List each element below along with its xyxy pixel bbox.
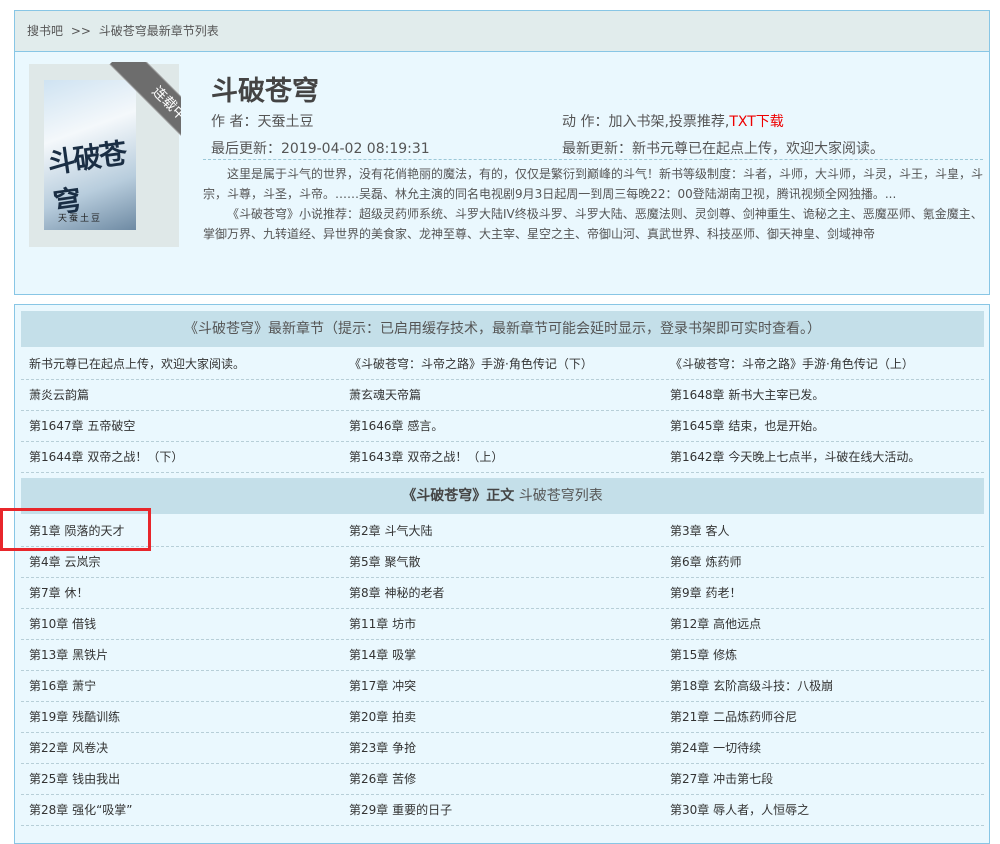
chapter-link[interactable]: 第23章 争抢 — [349, 733, 416, 763]
chapter-link[interactable]: 第25章 钱由我出 — [29, 764, 120, 794]
chapter-link[interactable]: 第20章 拍卖 — [349, 702, 416, 732]
last-update-line: 最后更新：2019-04-02 08:19:31 — [211, 138, 430, 158]
chapter-link[interactable]: 第11章 坊市 — [349, 609, 416, 639]
book-cover[interactable]: 斗破苍穹 天蚕土豆 连载中 — [29, 62, 181, 247]
chapter-link[interactable]: 新书元尊已在起点上传，欢迎大家阅读。 — [29, 349, 245, 379]
chapter-row: 第4章 云岚宗 第5章 聚气散 第6章 炼药师 — [21, 547, 984, 578]
chapter-link[interactable]: 第2章 斗气大陆 — [349, 516, 432, 546]
chapter-link[interactable]: 第5章 聚气散 — [349, 547, 420, 577]
highlight-box — [0, 508, 151, 551]
chapter-link[interactable]: 第1645章 结束，也是开始。 — [670, 411, 824, 441]
chapter-link[interactable]: 第30章 辱人者，人恒辱之 — [670, 795, 809, 825]
chapter-link[interactable]: 第4章 云岚宗 — [29, 547, 100, 577]
recommend-paragraph: 《斗破苍穹》小说推荐：超级灵药师系统、斗罗大陆IV终极斗罗、斗罗大陆、恶魔法则、… — [203, 207, 983, 241]
chapter-link[interactable]: 第26章 苦修 — [349, 764, 416, 794]
chapter-row: 第28章 强化“吸掌” 第29章 重要的日子 第30章 辱人者，人恒辱之 — [21, 795, 984, 826]
chapter-link[interactable]: 萧玄魂天帝篇 — [349, 380, 421, 410]
chapter-link[interactable]: 第12章 高他远点 — [670, 609, 761, 639]
chapter-link[interactable]: 第22章 风卷决 — [29, 733, 108, 763]
chapter-link[interactable]: 第15章 修炼 — [670, 640, 737, 670]
chapter-link[interactable]: 第14章 吸掌 — [349, 640, 416, 670]
vote-link[interactable]: 投票推荐 — [669, 114, 725, 130]
chapter-list-panel: 《斗破苍穹》最新章节（提示：已启用缓存技术，最新章节可能会延时显示，登录书架即可… — [14, 304, 990, 844]
add-to-shelf-link[interactable]: 加入书架 — [608, 114, 664, 130]
author-name: 天蚕土豆 — [257, 114, 314, 130]
action-label: 动 作： — [562, 114, 609, 130]
chapter-link[interactable]: 第16章 萧宁 — [29, 671, 96, 701]
chapter-link[interactable]: 第7章 休！ — [29, 578, 88, 608]
chapter-link[interactable]: 第1648章 新书大主宰已发。 — [670, 380, 824, 410]
chapter-row: 第22章 风卷决 第23章 争抢 第24章 一切待续 — [21, 733, 984, 764]
chapter-link[interactable]: 第8章 神秘的老者 — [349, 578, 444, 608]
chapter-link[interactable]: 第1642章 今天晚上七点半，斗破在线大活动。 — [670, 442, 920, 472]
chapter-link[interactable]: 第1646章 感言。 — [349, 411, 443, 441]
latest-chapters-heading: 《斗破苍穹》最新章节（提示：已启用缓存技术，最新章节可能会延时显示，登录书架即可… — [21, 311, 984, 347]
chapter-row: 第16章 萧宁 第17章 冲突 第18章 玄阶高级斗技：八极崩 — [21, 671, 984, 702]
book-info-panel: 搜书吧 >> 斗破苍穹最新章节列表 斗破苍穹 天蚕土豆 连载中 斗破苍穹 作 者… — [14, 10, 990, 295]
chapter-link[interactable]: 第13章 黑铁片 — [29, 640, 108, 670]
intro-paragraph: 这里是属于斗气的世界，没有花俏艳丽的魔法，有的，仅仅是繁衍到巅峰的斗气！新书等级… — [203, 167, 984, 201]
chapter-link[interactable]: 第27章 冲击第七段 — [670, 764, 773, 794]
book-intro: 这里是属于斗气的世界，没有花俏艳丽的魔法，有的，仅仅是繁衍到巅峰的斗气！新书等级… — [203, 159, 983, 244]
main-heading-title: 《斗破苍穹》正文 — [402, 488, 515, 504]
breadcrumb: 搜书吧 >> 斗破苍穹最新章节列表 — [15, 11, 989, 52]
latest-chapter-label: 最新更新： — [562, 141, 632, 157]
chapter-link[interactable]: 萧炎云韵篇 — [29, 380, 89, 410]
status-ribbon: 连载中 — [81, 62, 181, 162]
action-line: 动 作：加入书架,投票推荐,TXT下载 — [562, 114, 784, 130]
chapter-link[interactable]: 第24章 一切待续 — [670, 733, 761, 763]
breadcrumb-home-link[interactable]: 搜书吧 — [27, 24, 63, 38]
breadcrumb-current: 斗破苍穹最新章节列表 — [98, 24, 219, 38]
chapter-link[interactable]: 第6章 炼药师 — [670, 547, 741, 577]
book-title: 斗破苍穹 — [211, 76, 319, 107]
main-chapters-heading: 《斗破苍穹》正文 斗破苍穹列表 — [21, 478, 984, 514]
last-update-time: 2019-04-02 08:19:31 — [281, 141, 430, 157]
status-ribbon-label: 连载中 — [109, 62, 181, 162]
chapter-link[interactable]: 第9章 药老！ — [670, 578, 741, 608]
txt-download-link[interactable]: TXT下载 — [729, 114, 783, 130]
chapter-link[interactable]: 第1647章 五帝破空 — [29, 411, 135, 441]
chapter-link[interactable]: 第19章 残酷训练 — [29, 702, 120, 732]
cover-author: 天蚕土豆 — [58, 214, 103, 224]
breadcrumb-separator: >> — [70, 24, 91, 38]
chapter-row: 第7章 休！ 第8章 神秘的老者 第9章 药老！ — [21, 578, 984, 609]
chapter-row: 第19章 残酷训练 第20章 拍卖 第21章 二品炼药师谷尼 — [21, 702, 984, 733]
author-line: 作 者：天蚕土豆 — [211, 111, 313, 131]
chapter-row: 新书元尊已在起点上传，欢迎大家阅读。 《斗破苍穹：斗帝之路》手游·角色传记（下） 《… — [21, 349, 984, 380]
latest-chapter-line: 最新更新：新书元尊已在起点上传，欢迎大家阅读。 — [562, 138, 884, 158]
chapter-link[interactable]: 第1643章 双帝之战！（上） — [349, 442, 503, 472]
chapter-link[interactable]: 第3章 客人 — [670, 516, 729, 546]
chapter-link[interactable]: 第21章 二品炼药师谷尼 — [670, 702, 797, 732]
chapter-link[interactable]: 第29章 重要的日子 — [349, 795, 452, 825]
chapter-link[interactable]: 第10章 借钱 — [29, 609, 96, 639]
chapter-row: 第1647章 五帝破空 第1646章 感言。 第1645章 结束，也是开始。 — [21, 411, 984, 442]
chapter-row: 第10章 借钱 第11章 坊市 第12章 高他远点 — [21, 609, 984, 640]
chapter-row: 第25章 钱由我出 第26章 苦修 第27章 冲击第七段 — [21, 764, 984, 795]
chapter-row: 第1644章 双帝之战！（下） 第1643章 双帝之战！（上） 第1642章 今天晚… — [21, 442, 984, 473]
chapter-link[interactable]: 《斗破苍穹：斗帝之路》手游·角色传记（上） — [670, 349, 914, 379]
chapter-row: 第1章 陨落的天才 第2章 斗气大陆 第3章 客人 — [21, 516, 984, 547]
chapter-link[interactable]: 第18章 玄阶高级斗技：八极崩 — [670, 671, 833, 701]
chapter-row: 第13章 黑铁片 第14章 吸掌 第15章 修炼 — [21, 640, 984, 671]
last-update-label: 最后更新： — [211, 141, 281, 157]
chapter-link[interactable]: 第1644章 双帝之战！（下） — [29, 442, 183, 472]
chapter-row: 萧炎云韵篇 萧玄魂天帝篇 第1648章 新书大主宰已发。 — [21, 380, 984, 411]
latest-chapter-link[interactable]: 新书元尊已在起点上传，欢迎大家阅读。 — [632, 141, 884, 157]
chapter-link[interactable]: 《斗破苍穹：斗帝之路》手游·角色传记（下） — [349, 349, 593, 379]
chapter-link[interactable]: 第17章 冲突 — [349, 671, 416, 701]
main-heading-subtitle: 斗破苍穹列表 — [514, 488, 603, 504]
chapter-link[interactable]: 第28章 强化“吸掌” — [29, 795, 133, 825]
author-label: 作 者： — [211, 114, 258, 130]
